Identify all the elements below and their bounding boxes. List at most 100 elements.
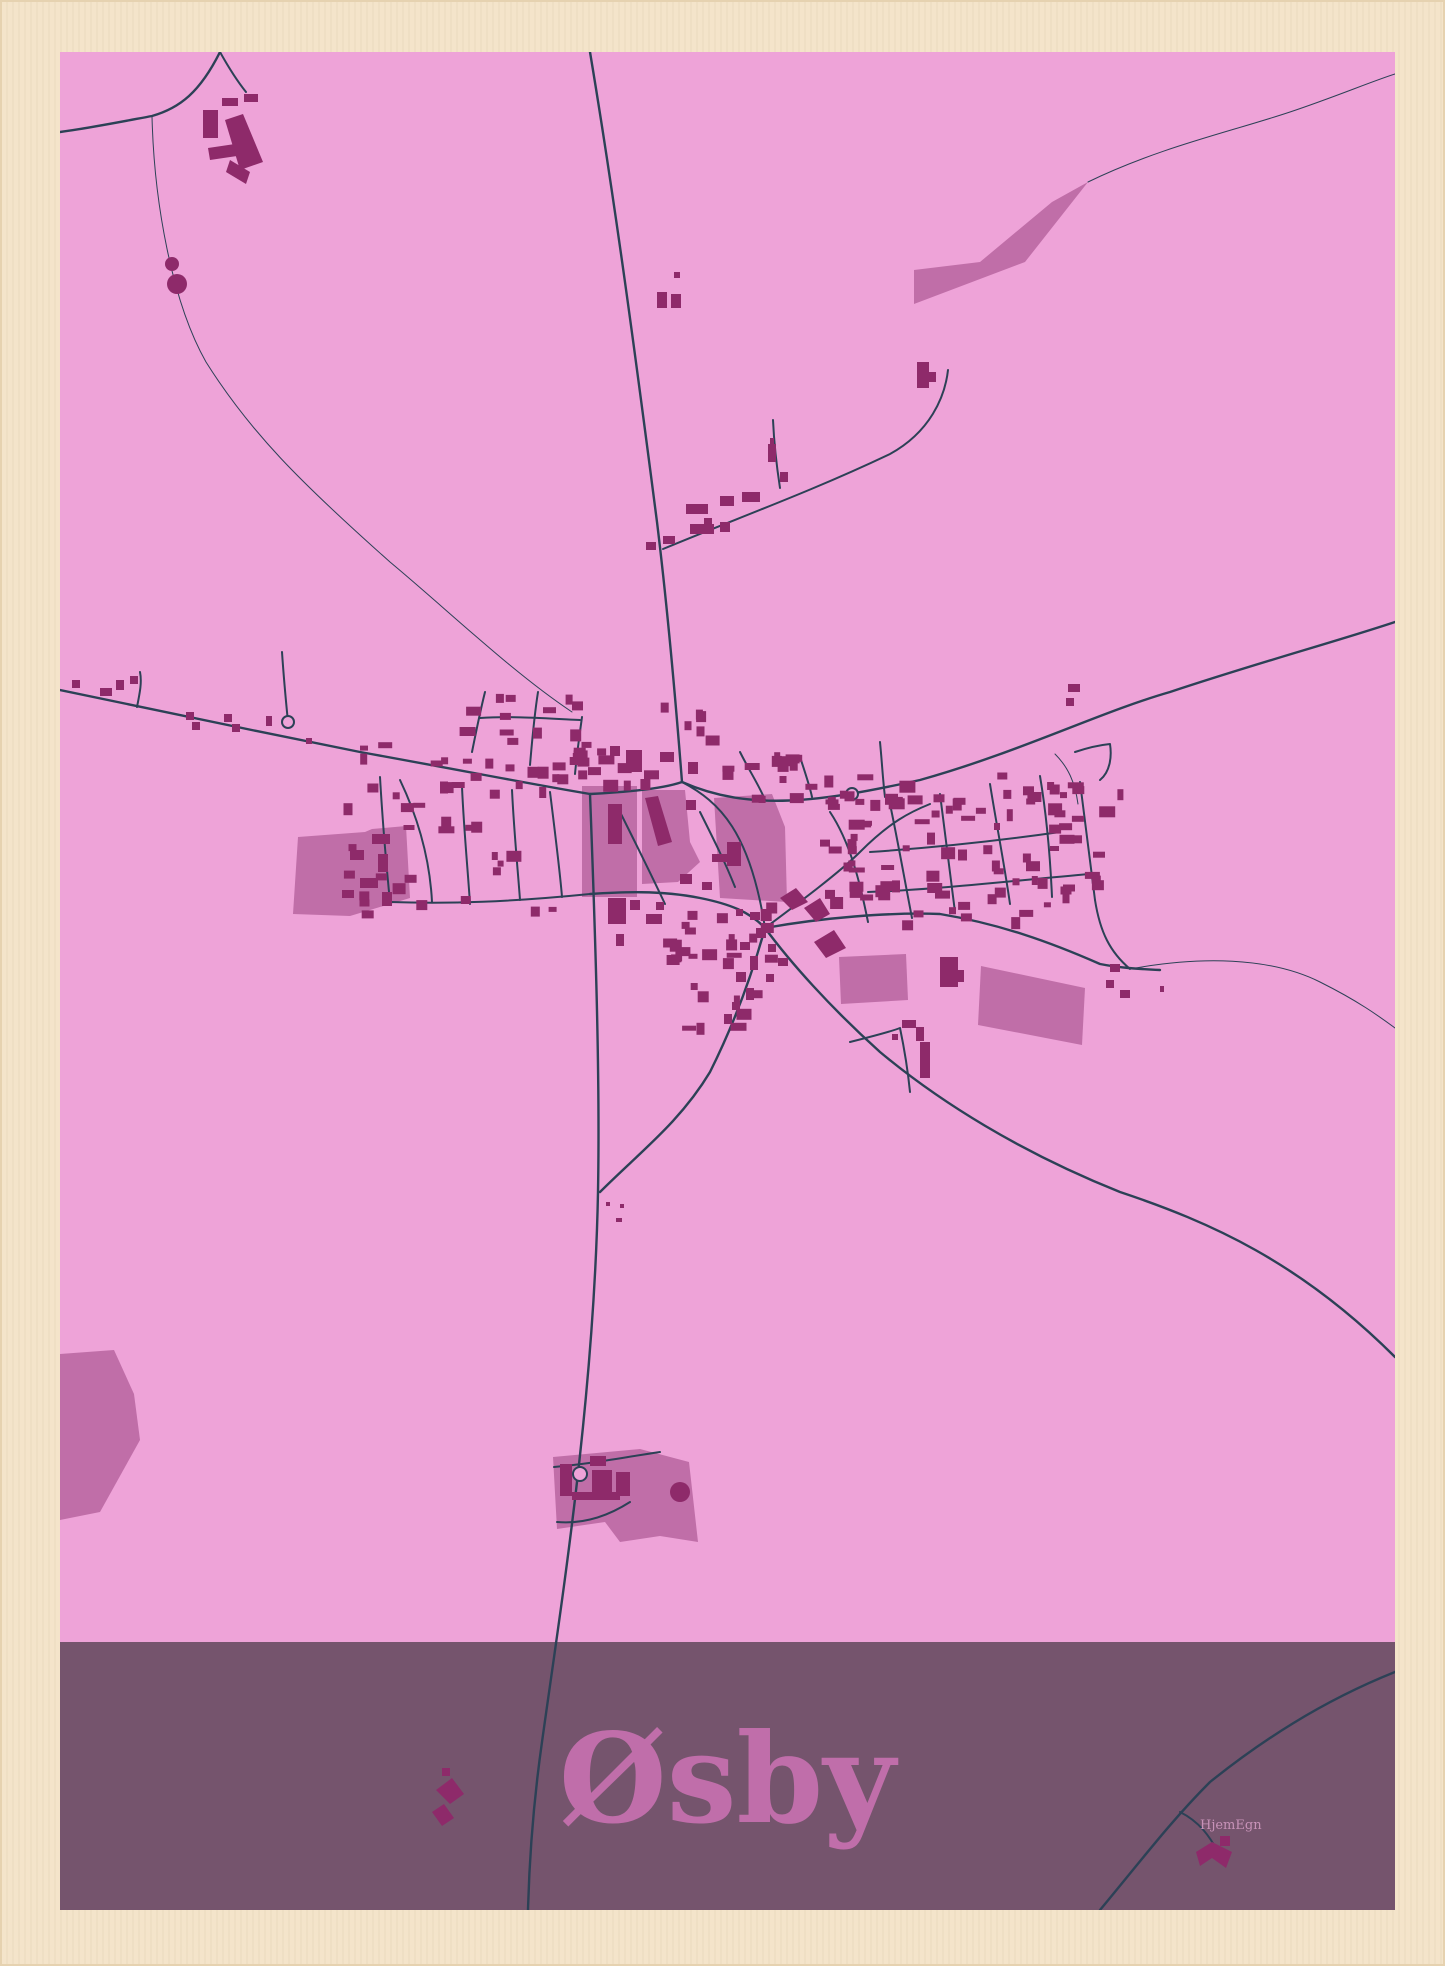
town-house	[570, 729, 582, 742]
town-house	[640, 779, 651, 790]
building-w-10	[306, 738, 312, 744]
town-house	[361, 910, 374, 919]
town-house	[1026, 861, 1040, 872]
building-n-2	[671, 294, 681, 308]
town-house	[1091, 880, 1104, 891]
town-house	[492, 867, 501, 876]
town-house	[777, 765, 789, 772]
building-ne-7	[742, 492, 760, 502]
building-ne-5	[770, 438, 774, 444]
town-house	[736, 1008, 752, 1020]
town-house	[933, 794, 945, 803]
building-se-2	[1220, 1836, 1230, 1846]
town-house	[430, 760, 443, 767]
building-strip-1	[750, 912, 760, 920]
town-house	[581, 741, 592, 748]
building-nw-farm-1	[203, 110, 218, 138]
town-house	[987, 894, 997, 905]
town-house	[441, 816, 452, 828]
building-w-8	[232, 724, 240, 732]
town-house	[499, 712, 511, 720]
town-house	[827, 803, 840, 810]
building-center-11	[680, 874, 692, 884]
town-house	[505, 764, 515, 772]
building-center-2	[630, 900, 640, 910]
town-house	[961, 815, 976, 821]
town-house	[578, 770, 588, 780]
building-center-4	[616, 934, 624, 946]
building-park-1	[350, 850, 364, 860]
town-house	[778, 756, 791, 767]
town-house	[1012, 878, 1020, 886]
town-house	[941, 847, 956, 860]
town-house	[537, 766, 549, 779]
building-east-big-1	[940, 957, 958, 987]
building-east-far-4	[1160, 986, 1164, 992]
town-house	[949, 907, 956, 915]
building-east-far-5	[1068, 684, 1080, 692]
town-house	[644, 770, 659, 780]
town-house	[1060, 886, 1072, 895]
building-w-6	[192, 722, 200, 730]
town-house	[573, 747, 586, 756]
town-house	[1022, 853, 1031, 863]
building-nw-farm-5	[222, 98, 238, 106]
town-house	[684, 721, 692, 731]
building-strip-7	[732, 1002, 740, 1010]
town-house	[392, 883, 406, 895]
silo-nw-2	[167, 274, 187, 294]
town-house	[1049, 784, 1060, 795]
town-house	[572, 701, 583, 711]
town-house	[552, 762, 566, 771]
building-school-2	[712, 854, 732, 862]
town-house	[671, 957, 682, 963]
town-house	[1060, 792, 1067, 799]
poster: Øsby HjemEgn	[0, 0, 1445, 1966]
building-park-3	[378, 854, 388, 872]
building-park-2	[360, 878, 378, 888]
town-house	[1117, 789, 1124, 801]
building-south-spur-2	[916, 1027, 924, 1041]
town-house	[400, 803, 414, 813]
town-house	[779, 776, 787, 783]
town-house	[1027, 792, 1042, 802]
town-house	[688, 953, 698, 959]
brand-mark: HjemEgn	[1200, 1818, 1262, 1833]
building-ne-4	[780, 472, 788, 482]
building-ne-11	[646, 542, 656, 550]
town-name: Øsby	[559, 1707, 900, 1852]
town-house	[847, 846, 857, 855]
town-house	[413, 802, 426, 808]
town-house	[764, 954, 778, 963]
building-east-far-2	[1106, 980, 1114, 988]
silo-south-farm	[670, 1482, 690, 1502]
building-w-3	[116, 680, 124, 690]
building-strip-3	[740, 942, 750, 950]
town-house	[660, 702, 669, 713]
building-center-12	[702, 882, 712, 890]
town-house	[789, 793, 804, 804]
roundabout-south-farm	[572, 1466, 588, 1482]
town-house	[805, 783, 818, 790]
town-house	[902, 845, 910, 852]
town-house	[527, 766, 539, 778]
town-house	[716, 913, 728, 924]
town-house	[348, 844, 357, 852]
town-house	[577, 757, 590, 767]
town-house	[539, 787, 547, 798]
town-house	[820, 839, 830, 847]
town-house	[1048, 803, 1063, 816]
building-sfarm-5	[572, 1492, 620, 1500]
building-nw-farm-6	[244, 94, 258, 102]
building-sw-3	[442, 1768, 450, 1776]
building-w-1	[72, 680, 80, 688]
town-house	[1037, 877, 1048, 889]
town-house	[378, 742, 393, 749]
town-house	[466, 706, 482, 716]
town-house	[695, 709, 703, 720]
town-house	[927, 832, 935, 845]
town-house	[839, 790, 848, 799]
town-house	[489, 789, 500, 799]
town-house	[470, 772, 482, 781]
building-center-5	[656, 902, 664, 910]
